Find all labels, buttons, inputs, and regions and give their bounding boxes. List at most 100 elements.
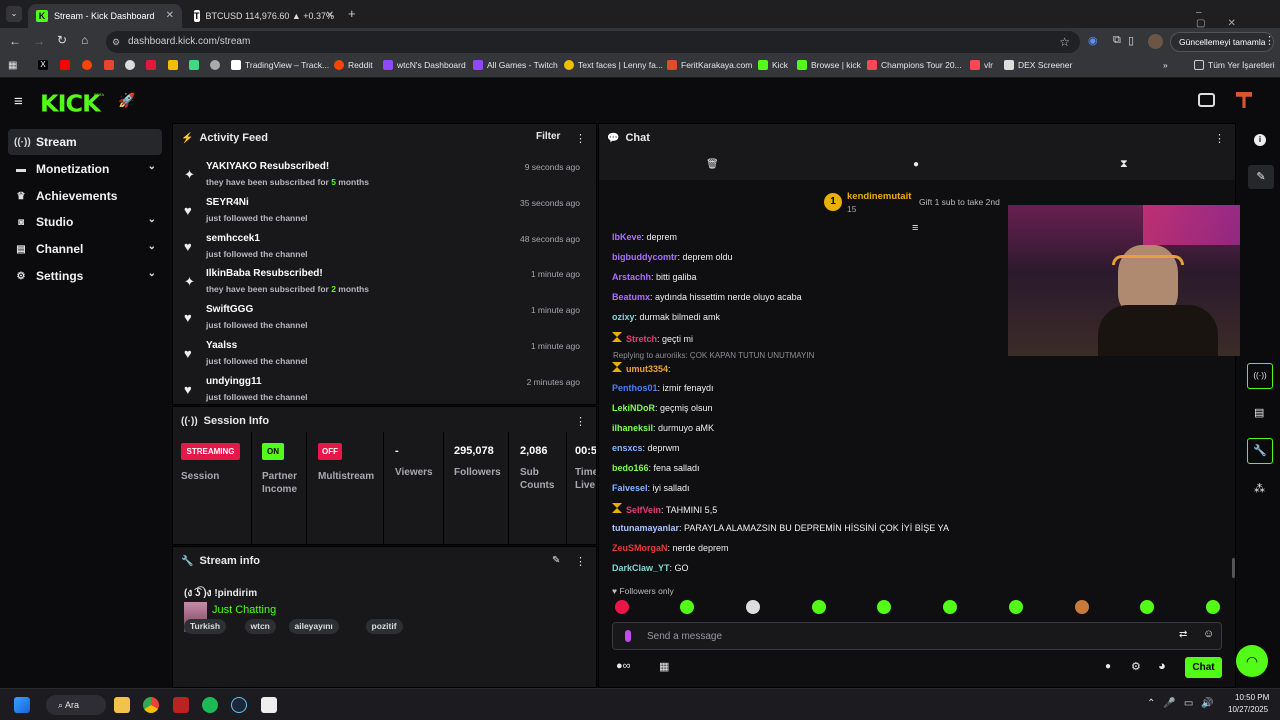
chat-username[interactable]: Faivesel [612,483,648,493]
more-options-icon[interactable]: ⋮ [575,132,586,145]
y-bookmark-icon[interactable] [146,60,160,70]
more-options-icon[interactable]: ⋮ [1214,132,1225,145]
taskbar-search[interactable]: ⌕ Ara [46,695,106,715]
app-news-icon[interactable] [173,697,189,713]
chat-username[interactable]: bedo166 [612,463,649,473]
chat-username[interactable]: ensxcs [612,443,643,453]
emote-icon[interactable] [877,600,891,614]
broadcast-widget-icon[interactable]: ((·)) [1247,363,1273,389]
chat-mode-icon[interactable]: ● [913,159,919,170]
chat-username[interactable]: DarkClaw_YT [612,563,670,573]
all-bookmarks-folder[interactable]: Tüm Yer İşaretleri [1194,60,1275,70]
chat-input[interactable]: Send a message ⇄ ☺ [612,622,1222,650]
chat-username[interactable]: Arstachh [612,272,651,282]
bookmark-champions-tour[interactable]: Champions Tour 20... [867,60,962,70]
stream-tag[interactable]: wtcn [244,619,276,634]
nodes-icon[interactable]: ⁂ [1254,482,1265,495]
more-bookmarks-icon[interactable]: » [1163,60,1168,70]
chat-scrollbar[interactable] [1232,558,1235,578]
rocket-icon[interactable]: 🚀 [118,92,135,109]
reddit-bookmark-icon[interactable] [82,60,96,70]
chat-settings-gear-icon[interactable]: ⚙ [1131,660,1141,673]
window-controls[interactable]: –▢✕ [1196,7,1280,29]
bookmark-dex-screener[interactable]: DEX Screener [1004,60,1072,70]
sidebar-item-settings[interactable]: ⚙ Settings ⌄ [8,263,162,289]
chat-send-button[interactable]: Chat [1185,657,1222,678]
studio-icon[interactable] [1198,93,1215,107]
x-bookmark-icon[interactable]: X [38,60,52,70]
chat-username[interactable]: ZeuSMorgaN [612,543,668,553]
category-link[interactable]: Just Chatting [212,604,276,616]
chat-tools-icon[interactable]: ●∞ [616,660,631,672]
new-tab-icon[interactable]: + [348,6,356,21]
youtube-bookmark-icon[interactable] [60,60,74,70]
pinned-user[interactable]: kendinemutait [847,191,911,202]
hamburger-menu-icon[interactable]: ≡ [14,93,23,110]
emote-icon[interactable] [746,600,760,614]
apps-grid-icon[interactable]: ▦ [8,60,17,71]
update-button[interactable]: Güncellemeyi tamamla [1170,32,1275,52]
bookmark-star-icon[interactable]: ☆ [1059,31,1070,53]
chat-username[interactable]: Beatumx [612,292,650,302]
edit-layout-icon[interactable]: ✎ [1248,165,1274,189]
windows-start-icon[interactable] [14,697,30,713]
android-bookmark-icon[interactable] [189,60,203,70]
trash-icon[interactable]: 🗑 [706,159,719,170]
chat-username[interactable]: Penthos01 [612,383,658,393]
site-info-icon[interactable]: ⚙ [112,31,120,53]
extensions-puzzle-icon[interactable]: ⧉ [1113,34,1121,47]
sidebar-item-channel[interactable]: ▤ Channel ⌄ [8,236,162,262]
chrome-icon[interactable] [143,697,159,713]
sidebar-item-monetization[interactable]: ▬ Monetization ⌄ [8,156,162,182]
chat-username[interactable]: umut3354 [626,364,668,374]
tab-kick-dashboard[interactable]: K Stream - Kick Dashboard ✕ [28,4,182,28]
emoji-icon[interactable]: ☺ [1203,628,1214,640]
more-options-icon[interactable]: ⋮ [575,415,586,428]
url-field[interactable]: ⚙ dashboard.kick.com/stream ☆ [106,31,1080,53]
more-options-icon[interactable]: ⋮ [575,555,586,568]
sidebar-item-achievements[interactable]: ♛ Achievements [8,183,162,209]
chat-username[interactable]: bigbuddycomtr [612,252,678,262]
bookmark-wtcn-dashboard[interactable]: wtcN's Dashboard [383,60,466,70]
chat-username[interactable]: LekiNDoR [612,403,655,413]
store-icon[interactable]: ▦ [659,660,669,673]
emote-icon[interactable] [943,600,957,614]
info-icon[interactable]: i [1254,134,1266,146]
forward-icon[interactable]: → [33,34,45,48]
system-tray-icons[interactable]: ⌃🎤▭🔊 [1147,698,1222,709]
stream-tag[interactable]: aileyayını [288,619,339,634]
chat-username[interactable]: SelfVein [626,505,661,515]
github-bookmark-icon[interactable] [125,60,139,70]
wrench-widget-icon[interactable]: 🔧 [1247,438,1273,464]
chat-settings-bubble-icon[interactable]: ● [1105,661,1111,672]
printer-icon[interactable]: ▤ [1254,406,1264,419]
emote-icon[interactable] [1075,600,1089,614]
bookmark-vlr[interactable]: vlr [970,60,993,70]
gift-text[interactable]: Gift 1 sub to take 2nd [919,197,1000,207]
hourglass-icon[interactable]: ⧗ [1120,158,1128,171]
translate-icon[interactable]: ⇄ [1179,629,1187,640]
extension-icon[interactable]: ◉ [1088,34,1098,47]
stream-tag[interactable]: pozitif [365,619,403,634]
chat-username[interactable]: ozixy [612,312,635,322]
emote-icon[interactable] [812,600,826,614]
gmail-bookmark-icon[interactable] [104,60,118,70]
emote-icon[interactable] [680,600,694,614]
profile-avatar[interactable] [1148,34,1163,49]
emote-icon[interactable] [615,600,629,614]
reload-icon[interactable]: ↻ [57,33,67,47]
tab-btcusd[interactable]: T BTCUSD 114,976.60 ▲ +0.37% ✕ [186,4,342,28]
file-explorer-icon[interactable] [114,697,130,713]
home-icon[interactable]: ⌂ [81,33,88,47]
g-bookmark-icon[interactable] [168,60,182,70]
chat-username[interactable]: Stretch [626,334,657,344]
back-icon[interactable]: ← [9,34,21,48]
globe-bookmark-icon[interactable] [210,60,224,70]
sidebar-item-stream[interactable]: ((·)) Stream [8,129,162,155]
emote-icon[interactable] [1140,600,1154,614]
steam-icon[interactable] [231,697,247,713]
spotify-icon[interactable] [202,697,218,713]
filter-button[interactable]: Filter [536,131,560,142]
close-tab-icon[interactable]: ✕ [166,10,174,21]
close-tab-icon[interactable]: ✕ [326,10,334,21]
